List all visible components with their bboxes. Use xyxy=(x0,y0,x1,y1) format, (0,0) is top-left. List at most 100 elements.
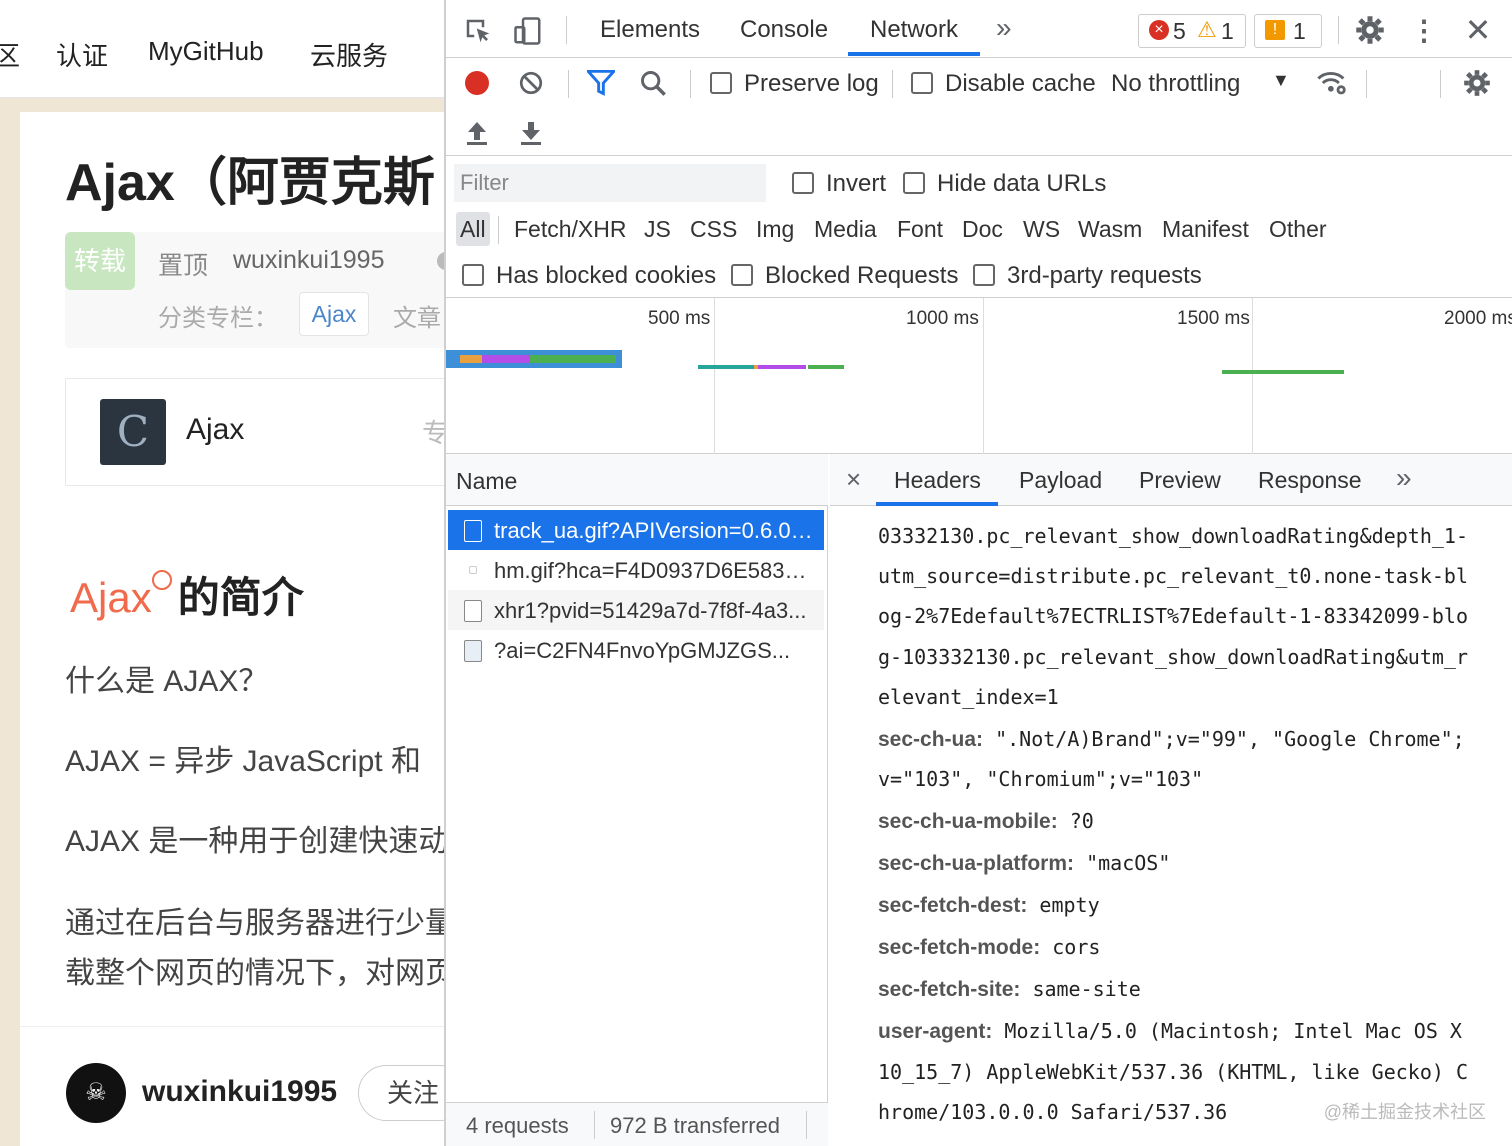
nav-item-certification[interactable]: 认证 xyxy=(56,36,108,73)
type-filter-font[interactable]: Font xyxy=(897,212,943,246)
avatar[interactable]: ☠ xyxy=(66,1063,126,1123)
category-label: 分类专栏： xyxy=(158,305,278,332)
inspect-element-icon[interactable] xyxy=(460,14,496,48)
blocked-requests-label: Blocked Requests xyxy=(765,262,959,289)
type-filter-fetch-xhr[interactable]: Fetch/XHR xyxy=(514,212,626,246)
device-toolbar-icon[interactable] xyxy=(510,14,546,48)
network-settings-gear-icon[interactable] xyxy=(1460,66,1494,100)
image-icon xyxy=(464,640,482,662)
section-heading: Ajax 的简介 xyxy=(70,564,304,625)
search-icon[interactable] xyxy=(638,68,668,98)
type-filter-ws[interactable]: WS xyxy=(1023,212,1060,246)
type-filter-manifest[interactable]: Manifest xyxy=(1162,212,1249,246)
search-icon[interactable] xyxy=(151,570,172,590)
error-icon: × xyxy=(1149,20,1169,40)
tick-label: 2000 ms xyxy=(1444,308,1512,329)
record-button[interactable] xyxy=(462,68,492,98)
repost-badge: 转载 xyxy=(65,232,135,290)
error-count: 5 xyxy=(1173,18,1186,44)
author-name[interactable]: wuxinkui1995 xyxy=(142,1075,337,1109)
column-name[interactable]: Ajax xyxy=(186,413,244,447)
ajax-keyword-link[interactable]: Ajax xyxy=(70,574,152,621)
request-row[interactable]: track_ua.gif?APIVersion=0.6.0&... xyxy=(448,510,824,550)
tab-network[interactable]: Network xyxy=(870,16,958,44)
network-conditions-icon[interactable] xyxy=(1314,66,1350,100)
name-column-header[interactable]: Name xyxy=(446,454,828,506)
more-options-icon[interactable]: ⋮ xyxy=(1410,12,1438,48)
more-tabs-icon[interactable]: » xyxy=(996,12,1012,44)
request-name: ?ai=C2FN4FnvoYpGMJZGS... xyxy=(494,638,791,663)
type-filter-other[interactable]: Other xyxy=(1269,212,1327,246)
tab-console[interactable]: Console xyxy=(740,16,828,44)
devtools-panel: Elements Console Network » × 5 ⚠ 1 ! 1 ⋮… xyxy=(444,0,1512,1146)
more-tabs-icon[interactable]: » xyxy=(1396,462,1412,494)
tab-headers[interactable]: Headers xyxy=(894,467,981,494)
detail-tab-strip: × Headers Payload Preview Response » xyxy=(830,454,1512,506)
header-line: og-2%7Edefault%7ECTRLIST%7Edefault-1-833… xyxy=(878,604,1469,628)
errors-warnings-badge[interactable]: × 5 ⚠ 1 xyxy=(1138,14,1246,48)
third-party-checkbox[interactable] xyxy=(973,264,995,286)
request-row[interactable]: xhr1?pvid=51429a7d-7f8f-4a3... xyxy=(448,590,824,630)
nav-item-cloud[interactable]: 云服务 xyxy=(310,36,388,73)
request-bar xyxy=(1222,370,1344,374)
document-icon xyxy=(464,520,482,542)
close-devtools-icon[interactable]: ✕ xyxy=(1460,12,1496,48)
chevron-down-icon[interactable]: ▼ xyxy=(1272,70,1290,91)
header-line: elevant_index=1 xyxy=(878,685,1059,709)
header-line: sec-ch-ua-platform: "macOS" xyxy=(878,851,1171,875)
transferred-size: 972 B transferred xyxy=(610,1113,780,1138)
import-har-icon[interactable] xyxy=(462,118,492,148)
has-blocked-cookies-checkbox[interactable] xyxy=(462,264,484,286)
site-top-nav: 区 认证 MyGitHub 云服务 xyxy=(0,0,446,98)
column-more: 专 xyxy=(422,418,446,448)
request-bar xyxy=(698,365,754,369)
preserve-log-checkbox[interactable] xyxy=(710,72,732,94)
request-row[interactable]: hm.gif?hca=F4D0937D6E5835... xyxy=(448,550,824,590)
devtools-tab-strip: Elements Console Network » × 5 ⚠ 1 ! 1 ⋮… xyxy=(446,0,1512,58)
article-meta: 转载 置顶 wuxinkui1995 分类专栏： Ajax 文章 xyxy=(65,232,446,348)
type-filter-all[interactable]: All xyxy=(456,212,490,246)
close-detail-icon[interactable]: × xyxy=(846,464,861,495)
article-card: Ajax（阿贾克斯 转载 置顶 wuxinkui1995 分类专栏： Ajax … xyxy=(20,112,446,1146)
hide-data-urls-checkbox[interactable] xyxy=(903,172,925,194)
request-name: track_ua.gif?APIVersion=0.6.0&... xyxy=(494,518,814,543)
tab-elements[interactable]: Elements xyxy=(600,16,700,44)
column-card[interactable]: C Ajax 专 xyxy=(65,378,446,486)
export-har-icon[interactable] xyxy=(516,118,546,148)
request-list: Name track_ua.gif?APIVersion=0.6.0&... h… xyxy=(446,454,828,1146)
follow-button[interactable]: 关注 xyxy=(358,1065,446,1121)
category-tag[interactable]: Ajax xyxy=(299,292,369,336)
type-filter-css[interactable]: CSS xyxy=(690,212,737,246)
type-filter-media[interactable]: Media xyxy=(814,212,877,246)
nav-item-mygithub[interactable]: MyGitHub xyxy=(148,36,264,67)
request-row[interactable]: ?ai=C2FN4FnvoYpGMJZGS... xyxy=(448,630,824,670)
filter-icon[interactable] xyxy=(586,68,616,98)
type-filter-wasm[interactable]: Wasm xyxy=(1078,212,1142,246)
type-filter-js[interactable]: JS xyxy=(644,212,671,246)
tab-preview[interactable]: Preview xyxy=(1139,467,1221,494)
active-tab-indicator xyxy=(876,502,998,506)
issues-badge[interactable]: ! 1 xyxy=(1254,14,1322,48)
author-link[interactable]: wuxinkui1995 xyxy=(233,246,385,275)
active-tab-indicator xyxy=(848,52,980,56)
hide-data-urls-label: Hide data URLs xyxy=(937,170,1107,197)
tab-response[interactable]: Response xyxy=(1258,467,1362,494)
filter-bar: Invert Hide data URLs All Fetch/XHR JS C… xyxy=(446,156,1512,298)
invert-checkbox[interactable] xyxy=(792,172,814,194)
tab-payload[interactable]: Payload xyxy=(1019,467,1102,494)
preserve-log-label: Preserve log xyxy=(744,70,879,97)
network-overview-timeline[interactable]: 500 ms 1000 ms 1500 ms 2000 ms xyxy=(446,298,1512,454)
type-filter-img[interactable]: Img xyxy=(756,212,794,246)
clear-icon[interactable] xyxy=(516,68,546,98)
nav-item-community[interactable]: 区 xyxy=(0,36,20,73)
tick-label: 500 ms xyxy=(648,308,711,329)
filter-input[interactable] xyxy=(454,164,766,202)
blocked-requests-checkbox[interactable] xyxy=(731,264,753,286)
type-filter-doc[interactable]: Doc xyxy=(962,212,1003,246)
disable-cache-checkbox[interactable] xyxy=(911,72,933,94)
heading-text: 的简介 xyxy=(177,574,304,621)
throttling-select[interactable]: No throttling xyxy=(1111,70,1240,98)
header-line: 03332130.pc_relevant_show_downloadRating… xyxy=(878,524,1469,548)
paragraph: AJAX 是一种用于创建快速动 xyxy=(65,825,446,858)
settings-gear-icon[interactable] xyxy=(1352,12,1388,48)
